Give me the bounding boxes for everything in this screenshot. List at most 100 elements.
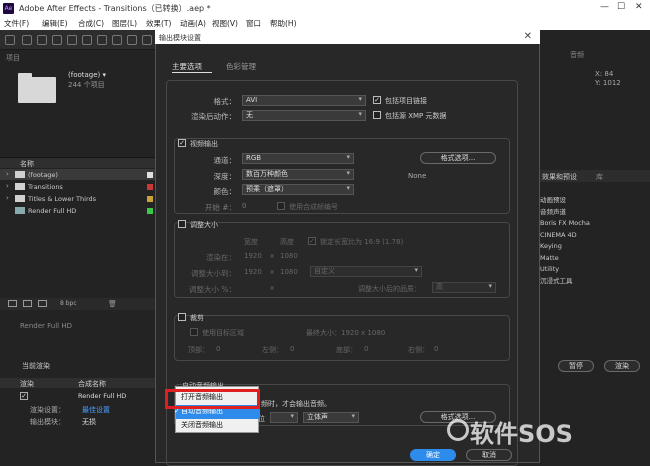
effects-item[interactable]: Utility (540, 264, 590, 276)
menu-window[interactable]: 窗口 (246, 18, 261, 29)
dialog-close-icon[interactable]: ✕ (524, 31, 532, 42)
mask-tool-icon[interactable] (112, 35, 122, 45)
delete-icon[interactable]: 🗑 (108, 300, 117, 308)
menu-file[interactable]: 文件(F) (4, 18, 29, 29)
menu-layer[interactable]: 图层(L) (112, 18, 137, 29)
home-icon[interactable] (5, 35, 15, 45)
effects-item[interactable]: Keying (540, 241, 590, 253)
audio-tab[interactable]: 音频 (570, 50, 584, 60)
crop-top-value[interactable]: 0 (216, 345, 220, 353)
project-item[interactable]: › (footage) (0, 169, 155, 180)
start-value[interactable]: 0 (242, 202, 246, 210)
format-options-button[interactable]: 格式选项... (420, 152, 496, 164)
interpret-footage-icon[interactable] (8, 300, 17, 307)
selection-tool-icon[interactable] (22, 35, 32, 45)
rotate-tool-icon[interactable] (67, 35, 77, 45)
column-comp-name[interactable]: 合成名称 (78, 379, 106, 389)
libraries-tab[interactable]: 库 (596, 172, 603, 182)
timeline-tab[interactable]: Render Full HD (20, 322, 72, 330)
crop-left-value[interactable]: 0 (290, 345, 294, 353)
start-label: 开始 #： (204, 203, 236, 212)
footage-name: (footage) ▾ (68, 71, 107, 79)
effects-item[interactable]: Matte (540, 253, 590, 265)
resize-to-height[interactable]: 1080 (280, 268, 298, 276)
expand-arrow-icon[interactable]: › (6, 170, 9, 178)
depth-select[interactable]: 数百万种颜色 (242, 169, 354, 180)
menu-effect[interactable]: 效果(T) (146, 18, 171, 29)
pause-button[interactable]: 暂停 (558, 360, 594, 372)
expand-arrow-icon[interactable]: › (6, 194, 9, 202)
lock-aspect-checkbox[interactable]: ✓ (308, 237, 316, 245)
label-color-swatch[interactable] (147, 196, 153, 202)
effects-item[interactable]: 音频声道 (540, 207, 590, 219)
project-panel-title[interactable]: 项目 (6, 53, 20, 63)
text-tool-icon[interactable] (142, 35, 152, 45)
menu-composition[interactable]: 合成(C) (78, 18, 104, 29)
post-render-select[interactable]: 无 (242, 110, 366, 121)
pan-behind-tool-icon[interactable] (97, 35, 107, 45)
video-output-checkbox[interactable]: ✓ (178, 139, 186, 147)
color-select[interactable]: 预乘（遮罩） (242, 184, 354, 195)
tab-main-options[interactable]: 主要选项 (172, 61, 202, 72)
column-render[interactable]: 渲染 (20, 379, 34, 389)
menu-edit[interactable]: 编辑(E) (42, 18, 68, 29)
effects-item[interactable]: 沉浸式工具 (540, 276, 590, 288)
crop-bottom-value[interactable]: 0 (364, 345, 368, 353)
render-settings-value[interactable]: 最佳设置 (82, 405, 110, 415)
codec-none-text: None (408, 172, 427, 180)
menu-view[interactable]: 视图(V) (212, 18, 238, 29)
ok-button[interactable]: 确定 (410, 449, 456, 461)
effects-presets-tab[interactable]: 效果和预设 (542, 172, 577, 182)
effects-item[interactable]: CINEMA 4D (540, 230, 590, 242)
output-module-value[interactable]: 无损 (82, 417, 96, 427)
tab-color-management[interactable]: 色彩管理 (226, 61, 256, 72)
audio-bits-select[interactable] (270, 412, 298, 423)
audio-channels-select[interactable]: 立体声 (303, 412, 359, 423)
crop-right-value[interactable]: 0 (434, 345, 438, 353)
project-item[interactable]: › Titles & Lower Thirds (0, 193, 155, 204)
include-xmp-label: 包括源 XMP 元数据 (385, 112, 447, 120)
expand-arrow-icon[interactable]: › (6, 182, 9, 190)
use-comp-frame-checkbox[interactable] (277, 202, 285, 210)
resize-preset-select[interactable]: 自定义 (310, 266, 422, 277)
effects-item[interactable]: 动画预设 (540, 195, 590, 207)
bit-depth[interactable]: 8 bpc (60, 300, 77, 307)
label-color-swatch[interactable] (147, 172, 153, 178)
menu-bar: 文件(F) 编辑(E) 合成(C) 图层(L) 效果(T) 动画(A) 视图(V… (0, 17, 650, 30)
format-select[interactable]: AVI (242, 95, 366, 106)
render-button[interactable]: 渲染 (604, 360, 640, 372)
include-xmp-checkbox[interactable] (373, 111, 381, 119)
label-color-swatch[interactable] (147, 184, 153, 190)
resize-checkbox[interactable] (178, 220, 186, 228)
menu-animation[interactable]: 动画(A) (180, 18, 206, 29)
effects-item[interactable]: Boris FX Mocha (540, 218, 590, 230)
new-comp-icon[interactable] (38, 300, 47, 307)
project-item[interactable]: Render Full HD (0, 205, 155, 216)
label-color-swatch[interactable] (147, 208, 153, 214)
render-checkbox[interactable]: ✓ (20, 392, 28, 400)
new-folder-icon[interactable] (23, 300, 32, 307)
video-output-label: 视频输出 (190, 140, 218, 148)
crop-checkbox[interactable] (178, 313, 186, 321)
hand-tool-icon[interactable] (37, 35, 47, 45)
audio-option-off[interactable]: 关闭音频输出 (176, 419, 260, 433)
minimize-button[interactable]: — (600, 2, 609, 12)
cancel-button[interactable]: 取消 (466, 449, 512, 461)
pen-tool-icon[interactable] (127, 35, 137, 45)
close-window-button[interactable]: ✕ (635, 2, 643, 12)
camera-tool-icon[interactable] (82, 35, 92, 45)
watermark-text: 软件SOS (470, 420, 573, 448)
zoom-tool-icon[interactable] (52, 35, 62, 45)
include-project-link-label: 包括项目链接 (385, 97, 427, 105)
resize-to-width[interactable]: 1920 (244, 268, 262, 276)
column-name[interactable]: 名称 (20, 159, 34, 169)
project-item[interactable]: › Transitions (0, 181, 155, 192)
watermark-logo-icon (447, 419, 469, 441)
channels-select[interactable]: RGB (242, 153, 354, 164)
menu-help[interactable]: 帮助(H) (270, 18, 297, 29)
use-roi-checkbox[interactable] (190, 328, 198, 336)
project-item-label: Transitions (28, 183, 63, 191)
include-project-link-checkbox[interactable]: ✓ (373, 96, 381, 104)
quality-select[interactable]: 高 (432, 282, 496, 293)
maximize-button[interactable]: ☐ (617, 2, 625, 12)
